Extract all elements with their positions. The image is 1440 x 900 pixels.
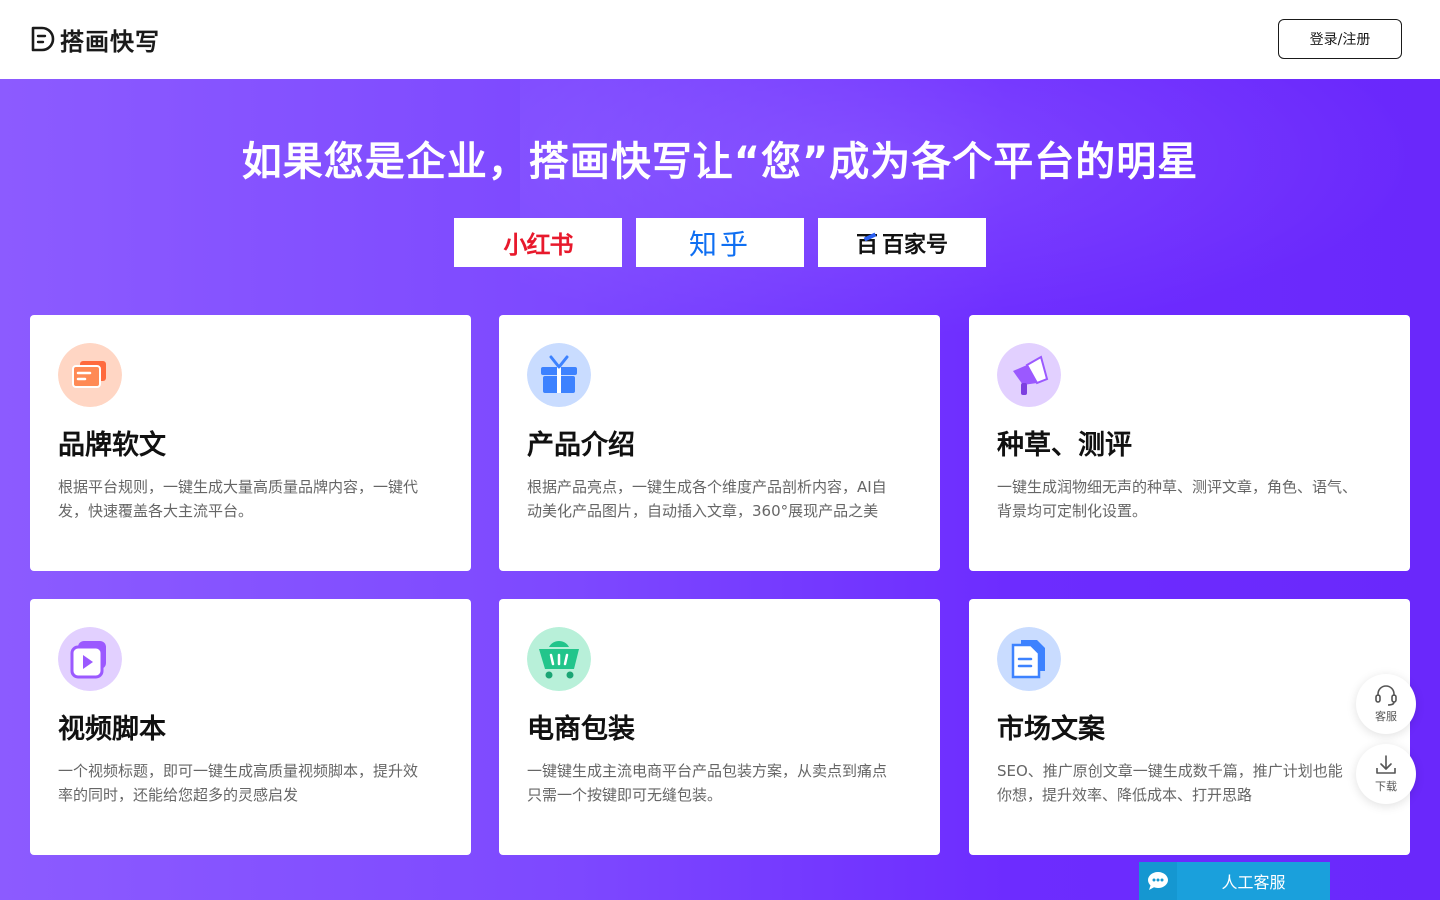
card-description: 根据平台规则，一键生成大量高质量品牌内容，一键代 发，快速覆盖各大主流平台。 <box>58 475 448 523</box>
feature-card-marketing-copy[interactable]: 市场文案 SEO、推广原创文章一键生成数千篇，推广计划也能 你想，提升效率、降低… <box>969 599 1410 855</box>
baijiahao-mark-icon: 百 <box>856 227 878 259</box>
customer-service-float-button[interactable]: 客服 <box>1356 674 1416 734</box>
chat-bubble-icon <box>1148 872 1168 890</box>
card-desc-line: 一键生成润物细无声的种草、测评文章，角色、语气、 <box>997 478 1358 496</box>
message-icon <box>58 343 122 407</box>
card-title: 市场文案 <box>997 714 1105 745</box>
card-title: 产品介绍 <box>527 430 635 461</box>
card-desc-line: 一键键生成主流电商平台产品包装方案，从卖点到痛点 <box>527 762 888 780</box>
login-register-button[interactable]: 登录/注册 <box>1278 19 1402 59</box>
logo-mark-icon <box>31 26 55 52</box>
card-desc-line: 根据平台规则，一键生成大量高质量品牌内容，一键代 <box>58 478 419 496</box>
card-description: SEO、推广原创文章一键生成数千篇，推广计划也能 你想，提升效率、降低成本、打开… <box>997 759 1387 807</box>
card-desc-line: 动美化产品图片，自动插入文章，360°展现产品之美 <box>527 502 879 520</box>
feature-card-video-script[interactable]: 视频脚本 一个视频标题，即可一键生成高质量视频脚本，提升效 率的同时，还能给您超… <box>30 599 471 855</box>
megaphone-icon <box>997 343 1061 407</box>
document-icon <box>997 627 1061 691</box>
cart-icon <box>527 627 591 691</box>
platform-baijiahao: 百 百家号 <box>818 218 986 267</box>
top-header: 搭画快写 登录/注册 <box>0 0 1440 79</box>
feature-card-ecommerce-packaging[interactable]: 电商包装 一键键生成主流电商平台产品包装方案，从卖点到痛点 只需一个按键即可无缝… <box>499 599 940 855</box>
card-title: 品牌软文 <box>58 430 166 461</box>
platform-xiaohongshu: 小红书 <box>454 218 622 267</box>
customer-service-label: 客服 <box>1375 710 1397 723</box>
platform-zhihu: 知乎 <box>636 218 804 267</box>
card-desc-line: 一个视频标题，即可一键生成高质量视频脚本，提升效 <box>58 762 419 780</box>
card-desc-line: 只需一个按键即可无缝包装。 <box>527 786 723 804</box>
card-description: 一个视频标题，即可一键生成高质量视频脚本，提升效 率的同时，还能给您超多的灵感启… <box>58 759 448 807</box>
card-description: 根据产品亮点，一键生成各个维度产品剖析内容，AI自 动美化产品图片，自动插入文章… <box>527 475 917 523</box>
card-desc-line: 你想，提升效率、降低成本、打开思路 <box>997 786 1253 804</box>
card-desc-line: SEO、推广原创文章一键生成数千篇，推广计划也能 <box>997 762 1343 780</box>
feature-card-review[interactable]: 种草、测评 一键生成润物细无声的种草、测评文章，角色、语气、 背景均可定制化设置… <box>969 315 1410 571</box>
download-float-button[interactable]: 下载 <box>1356 744 1416 804</box>
card-title: 种草、测评 <box>997 430 1132 461</box>
live-chat-label: 人工客服 <box>1221 873 1286 892</box>
platform-xiaohongshu-label: 小红书 <box>503 231 574 259</box>
platform-baijiahao-label: 百家号 <box>882 232 949 258</box>
download-label: 下载 <box>1375 780 1397 793</box>
platform-zhihu-label: 知乎 <box>688 227 751 261</box>
brand-name: 搭画快写 <box>60 27 160 56</box>
card-title: 视频脚本 <box>58 714 166 745</box>
brand-logo[interactable]: 搭画快写 <box>30 24 160 56</box>
hero-section: 如果您是企业，搭画快写让“您”成为各个平台的明星 小红书 知乎 百 百家号 品牌… <box>0 79 1440 900</box>
card-title: 电商包装 <box>527 714 635 745</box>
card-description: 一键键生成主流电商平台产品包装方案，从卖点到痛点 只需一个按键即可无缝包装。 <box>527 759 917 807</box>
card-description: 一键生成润物细无声的种草、测评文章，角色、语气、 背景均可定制化设置。 <box>997 475 1387 523</box>
card-desc-line: 率的同时，还能给您超多的灵感启发 <box>58 786 299 804</box>
download-icon <box>1376 755 1396 774</box>
hero-glow <box>520 79 1420 339</box>
feature-card-product-intro[interactable]: 产品介绍 根据产品亮点，一键生成各个维度产品剖析内容，AI自 动美化产品图片，自… <box>499 315 940 571</box>
live-chat-bar[interactable]: 人工客服 <box>1139 862 1330 900</box>
card-desc-line: 背景均可定制化设置。 <box>997 502 1148 520</box>
card-desc-line: 根据产品亮点，一键生成各个维度产品剖析内容，AI自 <box>527 478 887 496</box>
gift-icon <box>527 343 591 407</box>
hero-title: 如果您是企业，搭画快写让“您”成为各个平台的明星 <box>241 139 1199 185</box>
chat-icon-box <box>1139 862 1177 900</box>
feature-card-brand-article[interactable]: 品牌软文 根据平台规则，一键生成大量高质量品牌内容，一键代 发，快速覆盖各大主流… <box>30 315 471 571</box>
headset-icon <box>1375 685 1397 706</box>
platform-logos: 小红书 知乎 百 百家号 <box>454 218 986 267</box>
video-icon <box>58 627 122 691</box>
card-desc-line: 发，快速覆盖各大主流平台。 <box>58 502 254 520</box>
